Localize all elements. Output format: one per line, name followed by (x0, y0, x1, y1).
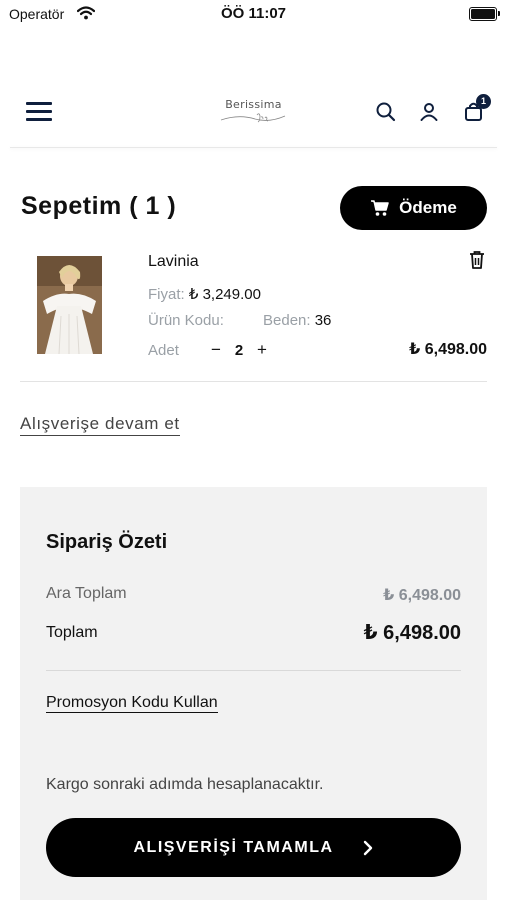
price-row: Fiyat: ₺ 3,249.00 (148, 285, 261, 303)
quantity-value: 2 (234, 341, 244, 359)
increase-quantity-button[interactable]: + (254, 340, 270, 360)
user-icon[interactable] (417, 100, 441, 124)
checkout-button[interactable]: Ödeme (340, 186, 487, 230)
bag-icon[interactable]: 1 (462, 94, 491, 124)
shipping-note: Kargo sonraki adımda hesaplanacaktır. (46, 776, 324, 793)
cart-title: Sepetim ( 1 ) (21, 192, 177, 220)
header-divider (10, 147, 497, 148)
complete-purchase-label: ALIŞVERİŞİ TAMAMLA (133, 838, 334, 856)
product-name[interactable]: Lavinia (148, 253, 199, 271)
status-bar: Operatör ÖÖ 11:07 (0, 0, 507, 30)
continue-shopping-link[interactable]: Alışverişe devam et (20, 414, 180, 436)
product-image[interactable] (37, 256, 102, 354)
product-code-label: Ürün Kodu: (148, 312, 224, 329)
cart-count-badge: 1 (476, 94, 491, 109)
checkout-label: Ödeme (399, 198, 457, 217)
brand-script-mark (220, 113, 285, 123)
cart-icon (371, 200, 389, 216)
promo-code-link[interactable]: Promosyon Kodu Kullan (46, 694, 218, 713)
price-label: Fiyat: (148, 286, 185, 303)
divider (20, 381, 487, 382)
size-row: Beden: 36 (263, 312, 331, 329)
price-value: ₺ 3,249.00 (188, 286, 261, 303)
trash-icon[interactable] (468, 250, 488, 272)
order-summary-title: Sipariş Özeti (46, 531, 168, 553)
summary-divider (46, 670, 461, 671)
total-label: Toplam (46, 624, 98, 641)
status-time: ÖÖ 11:07 (220, 5, 287, 22)
size-value: 36 (314, 312, 332, 329)
product-code-row: Ürün Kodu: (148, 312, 224, 329)
quantity-label: Adet (148, 341, 179, 359)
subtotal-value: ₺ 6,498.00 (383, 587, 461, 604)
battery-icon (469, 7, 500, 21)
size-label: Beden: (263, 312, 311, 329)
quantity-stepper: Adet − 2 + (148, 340, 270, 360)
total-value: ₺ 6,498.00 (363, 622, 461, 644)
chevron-right-icon (363, 840, 372, 855)
line-total: ₺ 6,498.00 (409, 341, 487, 358)
decrease-quantity-button[interactable]: − (208, 340, 224, 360)
subtotal-label: Ara Toplam (46, 585, 127, 602)
complete-purchase-button[interactable]: ALIŞVERİŞİ TAMAMLA (46, 818, 461, 877)
search-icon[interactable] (374, 100, 398, 124)
